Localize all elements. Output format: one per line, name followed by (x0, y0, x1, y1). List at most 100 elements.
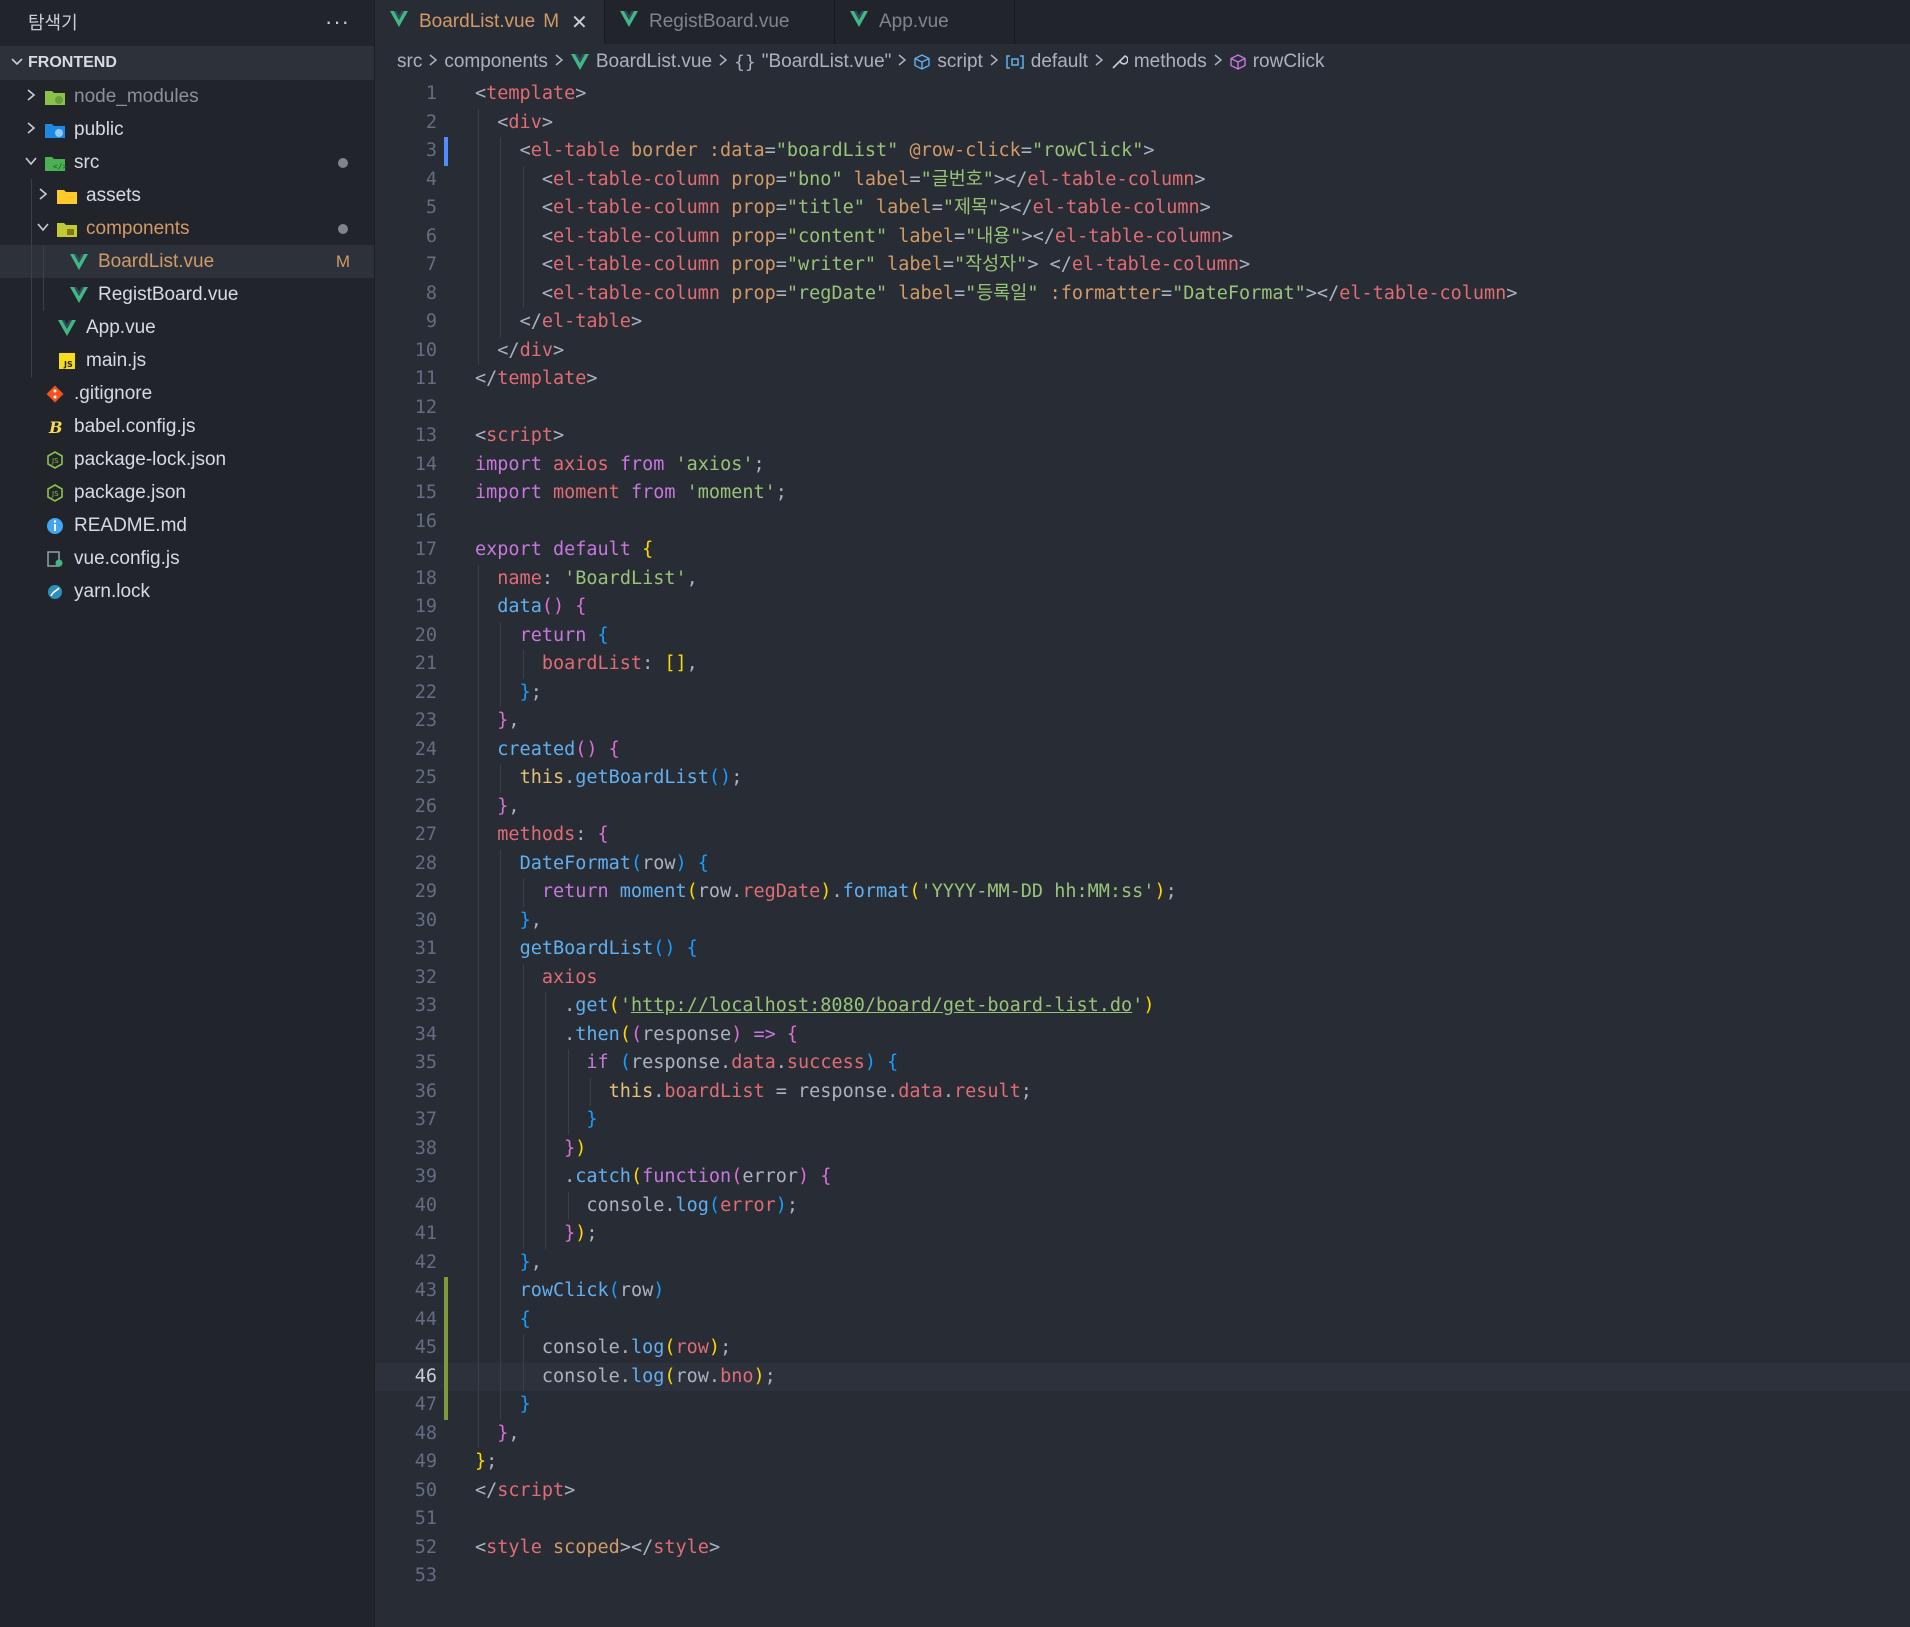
breadcrumb-item[interactable]: components (444, 51, 548, 73)
tree-item[interactable]: JS package-lock.json (0, 443, 374, 476)
git-gutter-marker[interactable] (444, 137, 448, 166)
code-token: { (642, 539, 654, 560)
line-number: 35 (414, 1052, 437, 1073)
folder-components-icon (54, 219, 80, 239)
breadcrumb-item[interactable]: script (913, 51, 983, 73)
line-number: 50 (414, 1479, 437, 1501)
breadcrumb-item[interactable]: methods (1110, 51, 1207, 73)
code-token: = (775, 225, 787, 247)
tree-item[interactable]: assets (0, 179, 374, 212)
more-actions-icon[interactable]: ··· (325, 9, 350, 35)
code-token: </ (475, 1479, 498, 1501)
code-token: success (786, 1052, 865, 1073)
code-token: catch (575, 1166, 631, 1187)
tree-item[interactable]: components (0, 212, 374, 245)
breadcrumb-item[interactable]: rowClick (1229, 51, 1325, 73)
tree-item[interactable]: JS main.js (0, 344, 374, 377)
line-number: 14 (414, 453, 437, 475)
code-token: ></ (993, 168, 1028, 190)
code-token: ></ (1305, 282, 1340, 304)
code-text: .then((response) => { (475, 1021, 798, 1050)
tree-item[interactable]: </> src (0, 146, 374, 179)
code-token: el-table-column (552, 282, 721, 304)
line-number: 8 (425, 282, 437, 304)
breadcrumb-item[interactable]: src (397, 51, 422, 73)
tab-app-vue[interactable]: App.vue (835, 0, 1015, 44)
tree-item-label: assets (86, 184, 141, 206)
code-token: "제목" (942, 197, 1000, 218)
git-gutter-marker[interactable] (444, 1334, 448, 1363)
code-token: "content" (786, 225, 888, 247)
tree-item[interactable]: .gitignore (0, 377, 374, 410)
code-token: "bno" (786, 168, 843, 190)
svg-text:</>: </> (53, 162, 66, 171)
tab-label: App.vue (879, 11, 949, 32)
breadcrumb-label: default (1030, 51, 1088, 72)
tree-item[interactable]: node_modules (0, 80, 374, 113)
tree-item[interactable]: public (0, 113, 374, 146)
code-token: . (475, 1166, 576, 1187)
svg-text:B: B (48, 418, 63, 436)
code-text: data() { (475, 593, 586, 622)
git-gutter-marker[interactable] (444, 1391, 448, 1420)
tab-boardlist-vue[interactable]: BoardList.vue M ✕ (375, 0, 605, 44)
git-gutter-marker[interactable] (444, 1305, 448, 1334)
babel-icon: B (42, 417, 68, 437)
code-line: 21 boardList: [], (375, 650, 1910, 679)
git-gutter-marker[interactable] (444, 1362, 448, 1391)
line-number: 9 (425, 311, 437, 332)
code-token: ; (486, 1451, 498, 1472)
workspace-folder-header[interactable]: FRONTEND (0, 46, 374, 80)
code-token: el-table-column (552, 197, 721, 218)
code-token: ; (1020, 1080, 1032, 1102)
tab-label: BoardList.vue (419, 11, 536, 32)
close-icon[interactable]: ✕ (571, 10, 588, 35)
line-number: 31 (414, 938, 437, 959)
code-token: } (586, 1109, 598, 1130)
breadcrumb-item[interactable]: {} "BoardList.vue" (734, 51, 891, 73)
tree-item-label: node_modules (74, 85, 199, 107)
tab-registboard-vue[interactable]: RegistBoard.vue (605, 0, 835, 44)
code-line: 50 </script> (375, 1477, 1910, 1506)
tree-item[interactable]: vue.config.js (0, 542, 374, 575)
code-line: 41 }); (375, 1220, 1910, 1249)
code-token: , (508, 1422, 520, 1444)
code-token: boardList (541, 653, 643, 674)
code-token: > (1506, 282, 1518, 304)
explorer-header: 탐색기 ··· (0, 0, 374, 44)
code-text: <el-table-column prop="title" label="제목"… (475, 194, 1211, 223)
vue-icon (54, 318, 80, 338)
tree-item[interactable]: RegistBoard.vue (0, 278, 374, 311)
breadcrumb-item[interactable]: default (1005, 51, 1088, 73)
git-gutter-marker[interactable] (444, 1277, 448, 1306)
code-token[interactable]: http://localhost:8080/board/get-board-li… (631, 995, 1132, 1016)
code-token: . (564, 767, 576, 788)
code-token: ) (675, 852, 687, 874)
code-editor[interactable]: 1 <template> 2 <div> 3 <el-table border :da… (375, 80, 1910, 1627)
line-number: 36 (414, 1080, 437, 1102)
breadcrumb-item[interactable]: BoardList.vue (570, 51, 712, 73)
git-icon (42, 384, 68, 404)
tree-item[interactable]: BoardList.vue M (0, 245, 374, 278)
tree-item[interactable]: App.vue (0, 311, 374, 344)
code-token: row (642, 852, 676, 874)
tree-item[interactable]: Bbabel.config.js (0, 410, 374, 443)
code-text: }, (475, 1420, 520, 1449)
line-number: 17 (414, 539, 437, 560)
tree-item-label: .gitignore (74, 382, 153, 404)
tree-item[interactable]: yarn.lock (0, 575, 374, 608)
tree-item[interactable]: JS package.json (0, 476, 374, 509)
tree-item[interactable]: README.md (0, 509, 374, 542)
code-token: } (519, 1251, 531, 1273)
